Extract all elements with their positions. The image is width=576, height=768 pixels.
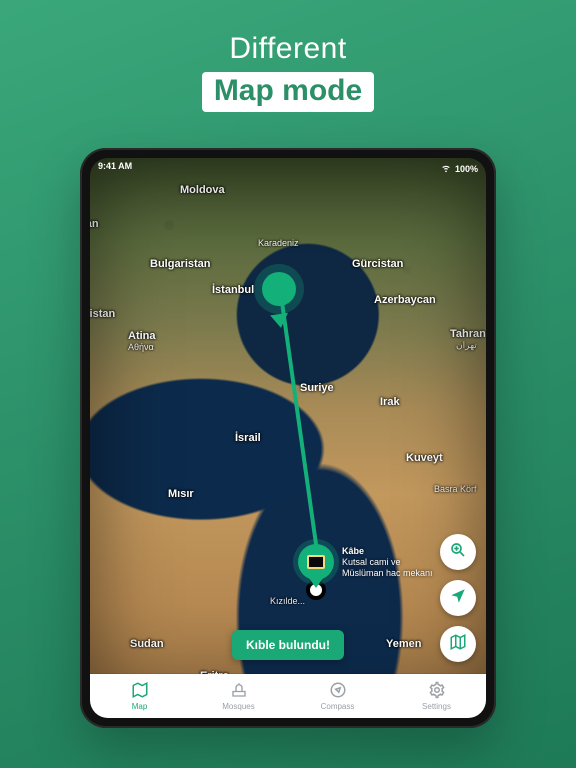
place-kizildeniz: Kızılde... [270,596,305,606]
place-tahran: Tahran [450,328,486,340]
compass-icon [329,681,347,701]
zoom-in-icon [449,541,467,564]
status-battery: 100% [455,164,478,174]
tab-compass[interactable]: Compass [288,674,387,718]
qibla-found-toast: Kıble bulundu! [232,630,344,660]
place-hanistan: hanistan [90,308,115,320]
wifi-icon [441,163,451,175]
marketing-headline: Different Map mode [0,32,576,112]
place-karadeniz: Karadeniz [258,238,299,248]
place-irak: Irak [380,396,400,408]
place-kuveyt: Kuveyt [406,452,443,464]
place-basra: Basra Körf [434,484,477,494]
place-azerbaycan: Azerbaycan [374,294,436,306]
kaaba-subtitle: Kutsal cami ve Müslüman hac mekanı [342,557,433,579]
place-gurcistan: Gürcistan [352,258,403,270]
place-israil: İsrail [235,432,261,444]
place-istanbul: İstanbul [212,284,254,296]
kaaba-label: Kâbe Kutsal cami ve Müslüman hac mekanı [342,546,433,579]
place-atina: Atina [128,330,156,342]
place-suriye: Suriye [300,382,334,394]
map-tab-icon [131,681,149,701]
place-yemen: Yemen [386,638,421,650]
place-bulgaristan: Bulgaristan [150,258,211,270]
place-moldova: Moldova [180,184,225,196]
tab-map-label: Map [132,702,148,711]
status-bar: 9:41 AM 100% [90,158,486,176]
headline-line-2: Map mode [202,72,374,112]
zoom-button[interactable] [440,534,476,570]
place-misir: Mısır [168,488,194,500]
map-controls [440,534,476,662]
locate-button[interactable] [440,580,476,616]
mosque-icon [230,681,248,701]
kaaba-icon [307,555,325,569]
tab-settings-label: Settings [422,702,451,711]
tab-bar: Map Mosques Compass Settings [90,674,486,718]
kaaba-title: Kâbe [342,546,433,557]
device-screen: 9:41 AM 100% Moldova stan Bulgaristan Ka… [90,158,486,718]
tab-settings[interactable]: Settings [387,674,486,718]
place-atina-sub: Αθήνα [128,342,154,352]
gear-icon [428,681,446,701]
place-tahran-sub: تهران [456,340,477,351]
tab-mosques-label: Mosques [222,702,254,711]
headline-line-1: Different [0,32,576,66]
map-icon [449,633,467,656]
tab-compass-label: Compass [321,702,355,711]
map-layer-button[interactable] [440,626,476,662]
place-sudan: Sudan [130,638,164,650]
place-stan: stan [90,218,99,230]
direction-arrow-icon [270,313,290,329]
user-location-marker[interactable] [262,272,296,306]
device-frame: 9:41 AM 100% Moldova stan Bulgaristan Ka… [80,148,496,728]
kaaba-pin[interactable] [298,544,334,580]
status-time: 9:41 AM [98,161,132,176]
location-arrow-icon [449,587,467,610]
tab-map[interactable]: Map [90,674,189,718]
tab-mosques[interactable]: Mosques [189,674,288,718]
